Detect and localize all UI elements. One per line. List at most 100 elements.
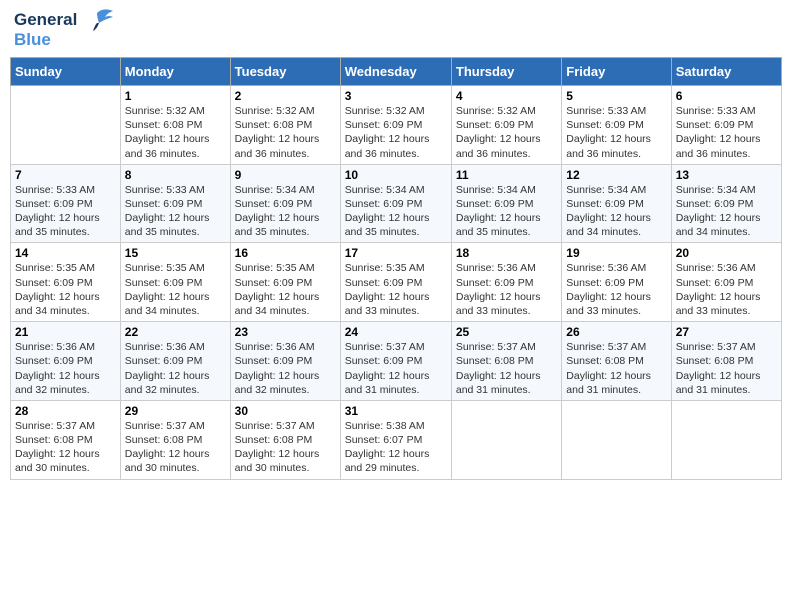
day-number: 17 xyxy=(345,246,447,260)
calendar-cell: 15Sunrise: 5:35 AM Sunset: 6:09 PM Dayli… xyxy=(120,243,230,322)
day-number: 9 xyxy=(235,168,336,182)
calendar-cell: 18Sunrise: 5:36 AM Sunset: 6:09 PM Dayli… xyxy=(451,243,561,322)
day-info: Sunrise: 5:36 AM Sunset: 6:09 PM Dayligh… xyxy=(676,261,777,318)
calendar-cell: 14Sunrise: 5:35 AM Sunset: 6:09 PM Dayli… xyxy=(11,243,121,322)
day-number: 23 xyxy=(235,325,336,339)
calendar-cell: 28Sunrise: 5:37 AM Sunset: 6:08 PM Dayli… xyxy=(11,400,121,479)
logo: General Blue xyxy=(14,10,115,49)
day-info: Sunrise: 5:34 AM Sunset: 6:09 PM Dayligh… xyxy=(566,183,666,240)
calendar-cell: 21Sunrise: 5:36 AM Sunset: 6:09 PM Dayli… xyxy=(11,322,121,401)
day-info: Sunrise: 5:36 AM Sunset: 6:09 PM Dayligh… xyxy=(235,340,336,397)
day-number: 14 xyxy=(15,246,116,260)
day-info: Sunrise: 5:37 AM Sunset: 6:08 PM Dayligh… xyxy=(235,419,336,476)
calendar-cell: 26Sunrise: 5:37 AM Sunset: 6:08 PM Dayli… xyxy=(562,322,671,401)
day-number: 13 xyxy=(676,168,777,182)
calendar-cell: 12Sunrise: 5:34 AM Sunset: 6:09 PM Dayli… xyxy=(562,164,671,243)
calendar-cell xyxy=(451,400,561,479)
calendar-cell: 6Sunrise: 5:33 AM Sunset: 6:09 PM Daylig… xyxy=(671,86,781,165)
calendar-week-1: 1Sunrise: 5:32 AM Sunset: 6:08 PM Daylig… xyxy=(11,86,782,165)
day-info: Sunrise: 5:33 AM Sunset: 6:09 PM Dayligh… xyxy=(566,104,666,161)
calendar-cell xyxy=(562,400,671,479)
logo-bird-icon xyxy=(79,7,115,39)
day-number: 18 xyxy=(456,246,557,260)
col-header-sunday: Sunday xyxy=(11,58,121,86)
day-info: Sunrise: 5:37 AM Sunset: 6:08 PM Dayligh… xyxy=(676,340,777,397)
day-info: Sunrise: 5:33 AM Sunset: 6:09 PM Dayligh… xyxy=(676,104,777,161)
logo-text: General Blue xyxy=(14,10,77,49)
calendar-cell: 29Sunrise: 5:37 AM Sunset: 6:08 PM Dayli… xyxy=(120,400,230,479)
col-header-saturday: Saturday xyxy=(671,58,781,86)
col-header-friday: Friday xyxy=(562,58,671,86)
day-info: Sunrise: 5:36 AM Sunset: 6:09 PM Dayligh… xyxy=(15,340,116,397)
calendar-cell: 24Sunrise: 5:37 AM Sunset: 6:09 PM Dayli… xyxy=(340,322,451,401)
page-header: General Blue xyxy=(10,10,782,49)
col-header-tuesday: Tuesday xyxy=(230,58,340,86)
day-number: 26 xyxy=(566,325,666,339)
col-header-thursday: Thursday xyxy=(451,58,561,86)
day-number: 3 xyxy=(345,89,447,103)
day-info: Sunrise: 5:37 AM Sunset: 6:08 PM Dayligh… xyxy=(125,419,226,476)
day-number: 27 xyxy=(676,325,777,339)
calendar-cell: 19Sunrise: 5:36 AM Sunset: 6:09 PM Dayli… xyxy=(562,243,671,322)
day-info: Sunrise: 5:37 AM Sunset: 6:08 PM Dayligh… xyxy=(566,340,666,397)
calendar-table: SundayMondayTuesdayWednesdayThursdayFrid… xyxy=(10,57,782,479)
calendar-cell: 30Sunrise: 5:37 AM Sunset: 6:08 PM Dayli… xyxy=(230,400,340,479)
day-info: Sunrise: 5:37 AM Sunset: 6:08 PM Dayligh… xyxy=(456,340,557,397)
day-info: Sunrise: 5:37 AM Sunset: 6:08 PM Dayligh… xyxy=(15,419,116,476)
day-number: 30 xyxy=(235,404,336,418)
day-number: 25 xyxy=(456,325,557,339)
day-info: Sunrise: 5:32 AM Sunset: 6:09 PM Dayligh… xyxy=(456,104,557,161)
col-header-monday: Monday xyxy=(120,58,230,86)
calendar-cell xyxy=(11,86,121,165)
calendar-cell: 10Sunrise: 5:34 AM Sunset: 6:09 PM Dayli… xyxy=(340,164,451,243)
calendar-cell: 23Sunrise: 5:36 AM Sunset: 6:09 PM Dayli… xyxy=(230,322,340,401)
day-number: 12 xyxy=(566,168,666,182)
day-number: 4 xyxy=(456,89,557,103)
calendar-cell: 25Sunrise: 5:37 AM Sunset: 6:08 PM Dayli… xyxy=(451,322,561,401)
day-number: 19 xyxy=(566,246,666,260)
day-info: Sunrise: 5:35 AM Sunset: 6:09 PM Dayligh… xyxy=(345,261,447,318)
day-number: 29 xyxy=(125,404,226,418)
calendar-week-4: 21Sunrise: 5:36 AM Sunset: 6:09 PM Dayli… xyxy=(11,322,782,401)
col-header-wednesday: Wednesday xyxy=(340,58,451,86)
day-info: Sunrise: 5:32 AM Sunset: 6:08 PM Dayligh… xyxy=(235,104,336,161)
day-number: 31 xyxy=(345,404,447,418)
calendar-cell: 27Sunrise: 5:37 AM Sunset: 6:08 PM Dayli… xyxy=(671,322,781,401)
day-info: Sunrise: 5:36 AM Sunset: 6:09 PM Dayligh… xyxy=(125,340,226,397)
day-info: Sunrise: 5:38 AM Sunset: 6:07 PM Dayligh… xyxy=(345,419,447,476)
day-number: 15 xyxy=(125,246,226,260)
day-info: Sunrise: 5:35 AM Sunset: 6:09 PM Dayligh… xyxy=(15,261,116,318)
calendar-cell: 11Sunrise: 5:34 AM Sunset: 6:09 PM Dayli… xyxy=(451,164,561,243)
calendar-cell: 3Sunrise: 5:32 AM Sunset: 6:09 PM Daylig… xyxy=(340,86,451,165)
day-number: 28 xyxy=(15,404,116,418)
day-number: 16 xyxy=(235,246,336,260)
calendar-cell: 13Sunrise: 5:34 AM Sunset: 6:09 PM Dayli… xyxy=(671,164,781,243)
day-number: 7 xyxy=(15,168,116,182)
day-number: 8 xyxy=(125,168,226,182)
day-number: 5 xyxy=(566,89,666,103)
day-number: 22 xyxy=(125,325,226,339)
calendar-cell: 22Sunrise: 5:36 AM Sunset: 6:09 PM Dayli… xyxy=(120,322,230,401)
calendar-cell: 16Sunrise: 5:35 AM Sunset: 6:09 PM Dayli… xyxy=(230,243,340,322)
calendar-cell: 1Sunrise: 5:32 AM Sunset: 6:08 PM Daylig… xyxy=(120,86,230,165)
calendar-cell: 2Sunrise: 5:32 AM Sunset: 6:08 PM Daylig… xyxy=(230,86,340,165)
calendar-cell: 20Sunrise: 5:36 AM Sunset: 6:09 PM Dayli… xyxy=(671,243,781,322)
day-info: Sunrise: 5:32 AM Sunset: 6:08 PM Dayligh… xyxy=(125,104,226,161)
day-info: Sunrise: 5:33 AM Sunset: 6:09 PM Dayligh… xyxy=(15,183,116,240)
day-number: 1 xyxy=(125,89,226,103)
day-number: 6 xyxy=(676,89,777,103)
calendar-cell: 31Sunrise: 5:38 AM Sunset: 6:07 PM Dayli… xyxy=(340,400,451,479)
day-info: Sunrise: 5:32 AM Sunset: 6:09 PM Dayligh… xyxy=(345,104,447,161)
calendar-week-2: 7Sunrise: 5:33 AM Sunset: 6:09 PM Daylig… xyxy=(11,164,782,243)
calendar-cell: 9Sunrise: 5:34 AM Sunset: 6:09 PM Daylig… xyxy=(230,164,340,243)
calendar-week-3: 14Sunrise: 5:35 AM Sunset: 6:09 PM Dayli… xyxy=(11,243,782,322)
day-number: 10 xyxy=(345,168,447,182)
day-info: Sunrise: 5:35 AM Sunset: 6:09 PM Dayligh… xyxy=(125,261,226,318)
calendar-cell: 4Sunrise: 5:32 AM Sunset: 6:09 PM Daylig… xyxy=(451,86,561,165)
calendar-header: SundayMondayTuesdayWednesdayThursdayFrid… xyxy=(11,58,782,86)
day-number: 21 xyxy=(15,325,116,339)
calendar-cell xyxy=(671,400,781,479)
calendar-cell: 17Sunrise: 5:35 AM Sunset: 6:09 PM Dayli… xyxy=(340,243,451,322)
day-info: Sunrise: 5:34 AM Sunset: 6:09 PM Dayligh… xyxy=(456,183,557,240)
day-info: Sunrise: 5:35 AM Sunset: 6:09 PM Dayligh… xyxy=(235,261,336,318)
